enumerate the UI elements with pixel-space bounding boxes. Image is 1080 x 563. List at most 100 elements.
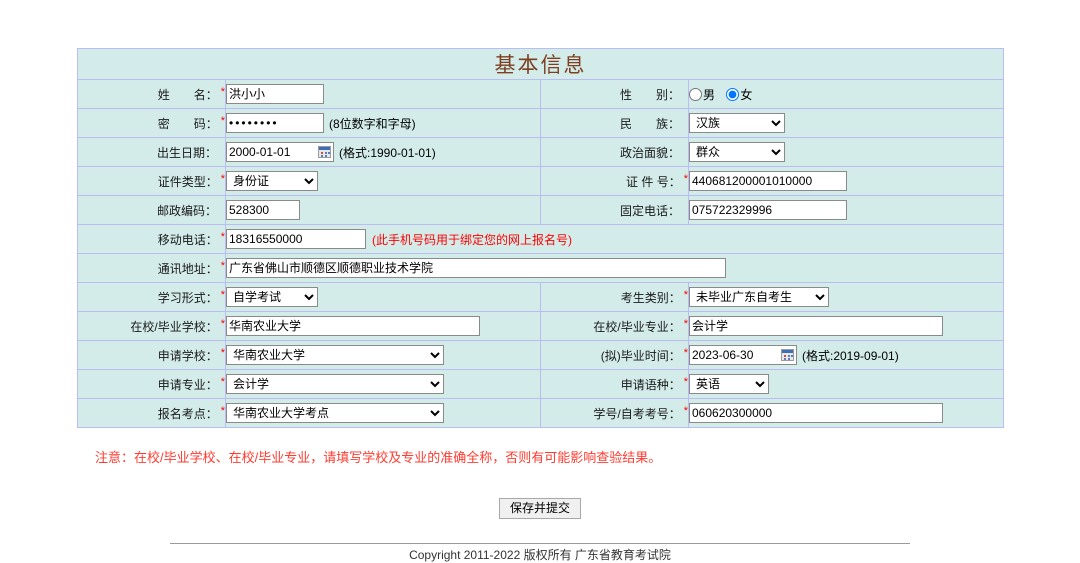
row-idtype-idnumber: 证件类型： * 身份证 证 件 号： * <box>77 166 1004 196</box>
id-type-select[interactable]: 身份证 <box>226 171 318 191</box>
apply-school-select[interactable]: 华南农业大学 <box>226 345 444 365</box>
required-marker: * <box>220 172 225 185</box>
gender-radio-male[interactable] <box>689 87 702 101</box>
password-input[interactable] <box>226 113 324 133</box>
label-telephone: 固定电话： <box>540 195 689 225</box>
required-marker: * <box>220 346 225 359</box>
label-apply-major: 申请专业： * <box>77 369 226 399</box>
gender-radio-group: 男 女 <box>689 86 760 103</box>
basic-info-form: 基本信息 姓 名：* 性 别： 男 女 <box>77 48 1004 428</box>
required-marker: * <box>683 375 688 388</box>
required-marker: * <box>683 404 688 417</box>
school-input[interactable] <box>226 316 480 336</box>
field-mobile: (此手机号码用于绑定您的网上报名号) <box>225 224 1004 254</box>
field-address <box>225 253 1004 283</box>
field-student-number <box>688 398 1004 428</box>
label-password: 密 码： * <box>77 108 226 138</box>
required-marker: * <box>220 85 225 98</box>
candidate-type-select[interactable]: 未毕业广东自考生 <box>689 287 829 307</box>
apply-language-select[interactable]: 英语 <box>689 374 769 394</box>
row-applyschool-graduationdate: 申请学校：* 华南农业大学 (拟)毕业时间：* (格式:2019-09-01) <box>77 340 1004 370</box>
field-political: 群众 <box>688 137 1004 167</box>
label-mobile: 移动电话： * <box>77 224 226 254</box>
row-zipcode-telephone: 邮政编码： 固定电话： <box>77 195 1004 225</box>
field-id-number <box>688 166 1004 196</box>
gender-radio-female[interactable] <box>726 87 740 101</box>
telephone-input[interactable] <box>689 200 847 220</box>
label-political: 政治面貌： <box>540 137 689 167</box>
required-marker: * <box>683 288 688 301</box>
mobile-input[interactable] <box>226 229 366 249</box>
id-number-input[interactable] <box>689 171 847 191</box>
label-id-type: 证件类型： * <box>77 166 226 196</box>
basic-info-table: 基本信息 姓 名：* 性 别： 男 女 <box>77 48 1004 428</box>
required-marker: * <box>683 346 688 359</box>
field-exam-site: 华南农业大学考点 <box>225 398 541 428</box>
required-marker: * <box>220 288 225 301</box>
gender-label-male[interactable]: 男 <box>703 88 715 102</box>
row-examsite-studentnumber: 报名考点： * 华南农业大学考点 学号/自考考号： * <box>77 398 1004 428</box>
page-title: 基本信息 <box>494 53 587 77</box>
table-header-row: 基本信息 <box>77 48 1004 80</box>
exam-site-select[interactable]: 华南农业大学考点 <box>226 403 444 423</box>
label-address: 通讯地址： * <box>77 253 226 283</box>
nation-select[interactable]: 汉族 <box>689 113 785 133</box>
zipcode-input[interactable] <box>226 200 300 220</box>
label-school: 在校/毕业学校： * <box>77 311 226 341</box>
label-name: 姓 名： * <box>77 79 226 109</box>
save-and-submit-button[interactable]: 保存并提交 <box>498 498 581 519</box>
label-major: 在校/毕业专业： * <box>540 311 689 341</box>
row-birthdate-political: 出生日期： (格式:1990-01-01) 政治面貌： 群众 <box>77 137 1004 167</box>
mobile-hint: (此手机号码用于绑定您的网上报名号) <box>372 232 572 247</box>
row-address: 通讯地址： * <box>77 253 1004 283</box>
field-school <box>225 311 541 341</box>
graduation-date-hint: (格式:2019-09-01) <box>802 348 899 363</box>
graduation-date-box <box>689 345 797 365</box>
label-id-number: 证 件 号： * <box>540 166 689 196</box>
field-telephone <box>688 195 1004 225</box>
birthdate-hint: (格式:1990-01-01) <box>339 145 436 160</box>
field-apply-language: 英语 <box>688 369 1004 399</box>
field-nation: 汉族 <box>688 108 1004 138</box>
row-applymajor-applylanguage: 申请专业： * 会计学 申请语种： * 英语 <box>77 369 1004 399</box>
calendar-icon[interactable] <box>318 146 331 158</box>
required-marker: * <box>220 114 225 127</box>
row-mobile: 移动电话：* (此手机号码用于绑定您的网上报名号) <box>77 224 1004 254</box>
required-marker: * <box>683 317 688 330</box>
required-marker: * <box>220 317 225 330</box>
field-study-form: 自学考试 <box>225 282 541 312</box>
field-apply-school: 华南农业大学 <box>225 340 541 370</box>
field-gender: 男 女 <box>688 79 1004 109</box>
student-number-input[interactable] <box>689 403 943 423</box>
field-name <box>225 79 541 109</box>
field-graduation-date: (格式:2019-09-01) <box>688 340 1004 370</box>
political-select[interactable]: 群众 <box>689 142 785 162</box>
label-gender: 性 别： <box>540 79 689 109</box>
form-notice: 注意：在校/毕业学校、在校/毕业专业，请填写学校及专业的准确全称，否则有可能影响… <box>95 450 662 465</box>
field-birthdate: (格式:1990-01-01) <box>225 137 541 167</box>
major-input[interactable] <box>689 316 943 336</box>
gender-label-female[interactable]: 女 <box>740 88 752 102</box>
row-name-gender: 姓 名：* 性 别： 男 女 <box>77 79 1004 109</box>
field-candidate-type: 未毕业广东自考生 <box>688 282 1004 312</box>
name-input[interactable] <box>226 84 324 104</box>
footer-copyright: Copyright 2011-2022 版权所有 广东省教育考试院 <box>409 548 671 562</box>
label-graduation-date: (拟)毕业时间： * <box>540 340 689 370</box>
apply-major-select[interactable]: 会计学 <box>226 374 444 394</box>
calendar-icon[interactable] <box>781 349 794 361</box>
required-marker: * <box>220 375 225 388</box>
field-id-type: 身份证 <box>225 166 541 196</box>
row-studyform-candidatetype: 学习形式： * 自学考试 考生类别： * 未毕业广东自考生 <box>77 282 1004 312</box>
address-input[interactable] <box>226 258 726 278</box>
field-major <box>688 311 1004 341</box>
label-study-form: 学习形式： * <box>77 282 226 312</box>
label-exam-site: 报名考点： * <box>77 398 226 428</box>
password-hint: (8位数字和字母) <box>329 116 416 131</box>
required-marker: * <box>683 172 688 185</box>
page-root: 基本信息 姓 名：* 性 别： 男 女 <box>0 0 1080 562</box>
study-form-select[interactable]: 自学考试 <box>226 287 318 307</box>
form-title-cell: 基本信息 <box>77 48 1004 80</box>
required-marker: * <box>220 230 225 243</box>
row-school-major: 在校/毕业学校：* 在校/毕业专业：* <box>77 311 1004 341</box>
required-marker: * <box>220 259 225 272</box>
